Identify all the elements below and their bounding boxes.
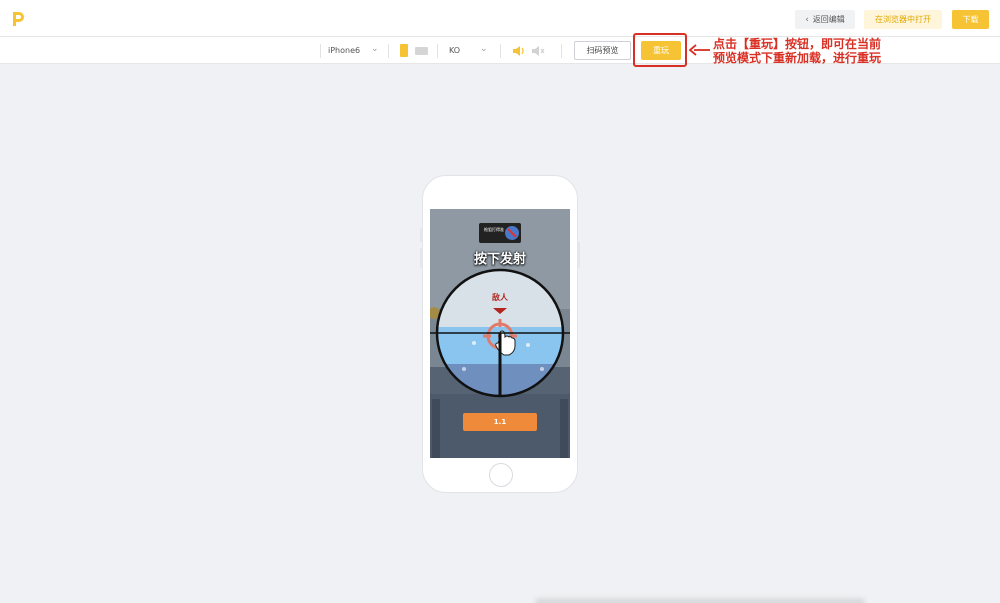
- game-badge-text: 枪狙打得准: [484, 227, 504, 232]
- app-logo-icon[interactable]: [10, 10, 26, 28]
- sound-off-icon[interactable]: [531, 45, 545, 57]
- portrait-orientation-icon[interactable]: [400, 44, 408, 57]
- divider: [500, 44, 501, 58]
- replay-button[interactable]: 重玩: [641, 41, 681, 60]
- divider: [561, 44, 562, 58]
- sound-on-icon[interactable]: [512, 45, 526, 57]
- level-button[interactable]: 1.1: [463, 413, 537, 431]
- annotation-line-1: 点击【重玩】按钮，即可在当前: [713, 37, 882, 51]
- phone-side-button: [577, 242, 580, 268]
- scan-preview-label: 扫码预览: [586, 46, 619, 55]
- open-in-browser-label: 在浏览器中打开: [875, 15, 931, 24]
- replay-label: 重玩: [653, 46, 669, 55]
- divider: [437, 44, 438, 58]
- download-label: 下载: [962, 15, 979, 24]
- arrow-left-icon: [689, 44, 710, 56]
- chevron-down-icon[interactable]: ⌄: [480, 44, 488, 54]
- enemy-label: 敌人: [492, 293, 508, 302]
- replay-annotation: 点击【重玩】按钮，即可在当前 预览模式下重新加载，进行重玩: [713, 37, 943, 65]
- phone-side-button: [420, 228, 423, 242]
- back-to-edit-label: 返回编辑: [812, 15, 845, 24]
- home-button[interactable]: [489, 463, 513, 487]
- divider: [388, 44, 389, 58]
- bottom-shadow: [535, 598, 865, 603]
- phone-side-button: [420, 248, 423, 268]
- landscape-orientation-icon[interactable]: [415, 47, 428, 55]
- network-select-value[interactable]: KO: [449, 46, 460, 55]
- scan-preview-button[interactable]: 扫码预览: [574, 41, 631, 60]
- back-to-edit-button[interactable]: ‹ 返回编辑: [795, 10, 855, 29]
- device-select-value[interactable]: iPhone6: [328, 46, 360, 55]
- open-in-browser-button[interactable]: 在浏览器中打开: [864, 10, 942, 29]
- game-preview-screen[interactable]: 枪狙打得准 按下发射 敌人 1.1: [430, 209, 570, 458]
- level-label: 1.1: [493, 418, 507, 426]
- annotation-line-2: 预览模式下重新加载，进行重玩: [713, 51, 882, 65]
- divider: [320, 44, 321, 58]
- game-title: 按下发射: [473, 252, 526, 267]
- chevron-down-icon[interactable]: ⌄: [371, 44, 379, 54]
- download-button[interactable]: 下载: [952, 10, 989, 29]
- chevron-left-icon: ‹: [805, 14, 809, 25]
